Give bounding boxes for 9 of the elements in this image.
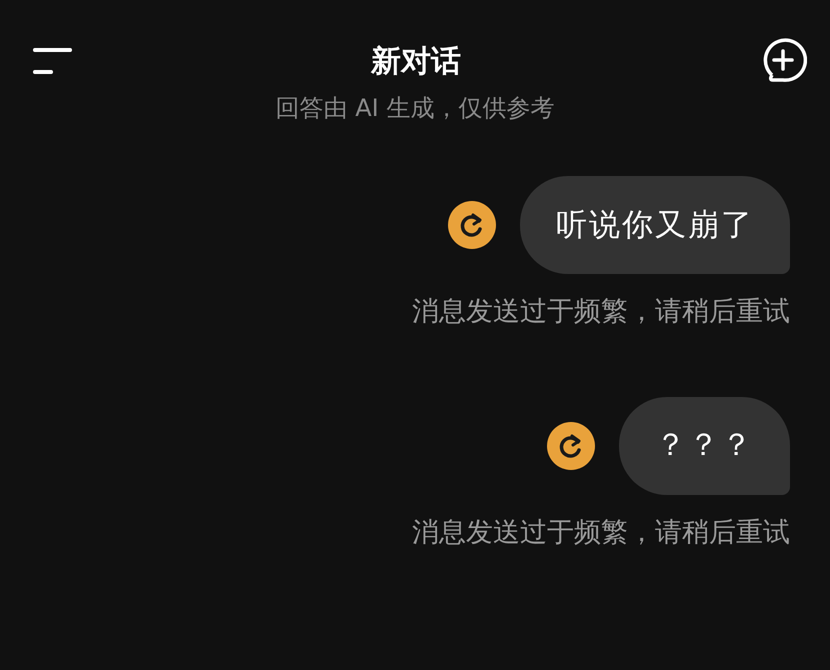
ai-disclaimer: 回答由 AI 生成，仅供参考 [274,93,556,124]
message-bubble: ？？？ [619,396,790,494]
retry-icon[interactable] [547,422,595,470]
menu-icon[interactable] [33,45,73,77]
message-bubble: 听说你又崩了 [520,176,790,274]
retry-icon[interactable] [448,201,496,249]
window-title: 新对话 [371,42,461,80]
error-message: 消息发送过于频繁，请稍后重试 [412,295,790,329]
error-message: 消息发送过于频繁，请稍后重试 [412,516,790,550]
